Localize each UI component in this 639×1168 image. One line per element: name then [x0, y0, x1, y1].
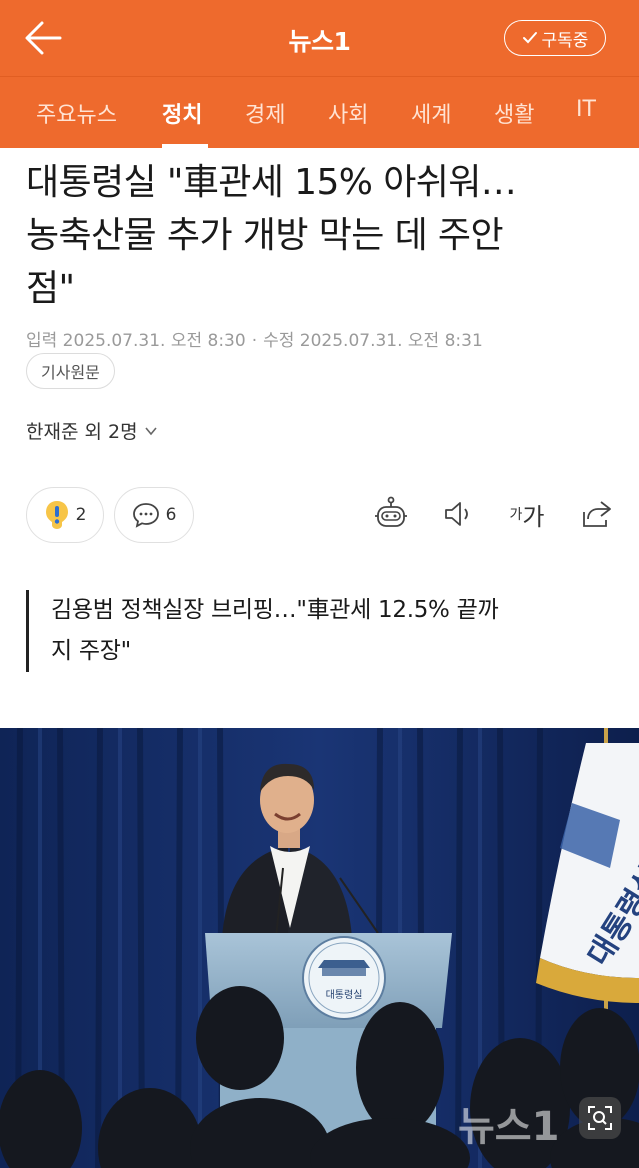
speaker-icon[interactable] — [439, 494, 479, 534]
tab-economy[interactable]: 경제 — [245, 97, 285, 129]
subscribe-label: 구독중 — [541, 30, 589, 51]
comment-bubble-icon — [132, 503, 159, 528]
tab-main-news[interactable]: 주요뉴스 — [36, 97, 117, 129]
tab-politics[interactable]: 정치 — [162, 97, 202, 129]
app-header: 뉴스1 구독중 — [0, 0, 639, 76]
active-tab-indicator — [162, 144, 208, 148]
headline-line: 점" — [26, 268, 75, 309]
published-date: 입력 2025.07.31. 오전 8:30 — [26, 331, 246, 351]
section-tabs: 주요뉴스 정치 경제 사회 세계 생활 IT — [0, 76, 639, 148]
reaction-count: 2 — [75, 505, 87, 525]
headline-line: 농축산물 추가 개방 막는 데 주안 — [26, 215, 504, 256]
chevron-down-icon — [144, 426, 157, 435]
modified-date: 수정 2025.07.31. 오전 8:31 — [263, 331, 483, 351]
check-icon — [522, 32, 537, 44]
original-article-button[interactable]: 기사원문 — [26, 353, 115, 389]
tab-world[interactable]: 세계 — [411, 97, 451, 129]
article-subtitle: 김용범 정책실장 브리핑…"車관세 12.5% 끝까 지 주장" — [26, 590, 606, 672]
reaction-emoji-icon — [45, 501, 68, 529]
subtitle-line: 지 주장" — [51, 638, 131, 664]
author-toggle[interactable]: 한재준 외 2명 — [26, 417, 158, 444]
tab-life[interactable]: 생활 — [494, 97, 534, 129]
photo-watermark: 뉴스1 — [458, 1104, 559, 1150]
subtitle-line: 김용범 정책실장 브리핑…"車관세 12.5% 끝까 — [51, 597, 499, 623]
article-dates: 입력 2025.07.31. 오전 8:30 · 수정 2025.07.31. 오전… — [26, 326, 483, 351]
zoom-search-icon[interactable] — [579, 1097, 621, 1139]
reaction-button[interactable]: 2 — [26, 487, 104, 543]
separator-dot: · — [251, 331, 258, 351]
summary-bot-icon[interactable] — [371, 494, 411, 534]
article-photo: 대통령실 대통령실 뉴스1 — [0, 728, 639, 1168]
comment-count: 6 — [165, 505, 177, 525]
article-headline: 대통령실 "車관세 15% 아쉬워… 농축산물 추가 개방 막는 데 주안 점" — [26, 156, 616, 315]
font-size-large-label: 가 — [522, 502, 545, 531]
subscribe-button[interactable]: 구독중 — [504, 20, 606, 56]
tab-society[interactable]: 사회 — [328, 97, 368, 129]
tab-it[interactable]: IT — [576, 97, 596, 122]
author-name: 한재준 외 2명 — [26, 421, 138, 443]
share-icon[interactable] — [576, 494, 616, 534]
headline-line: 대통령실 "車관세 15% 아쉬워… — [26, 162, 517, 203]
font-size-icon[interactable]: 가가 — [504, 494, 550, 534]
podium-seal-text: 대통령실 — [326, 989, 363, 1001]
font-size-small-label: 가 — [509, 507, 523, 523]
comment-button[interactable]: 6 — [114, 487, 194, 543]
